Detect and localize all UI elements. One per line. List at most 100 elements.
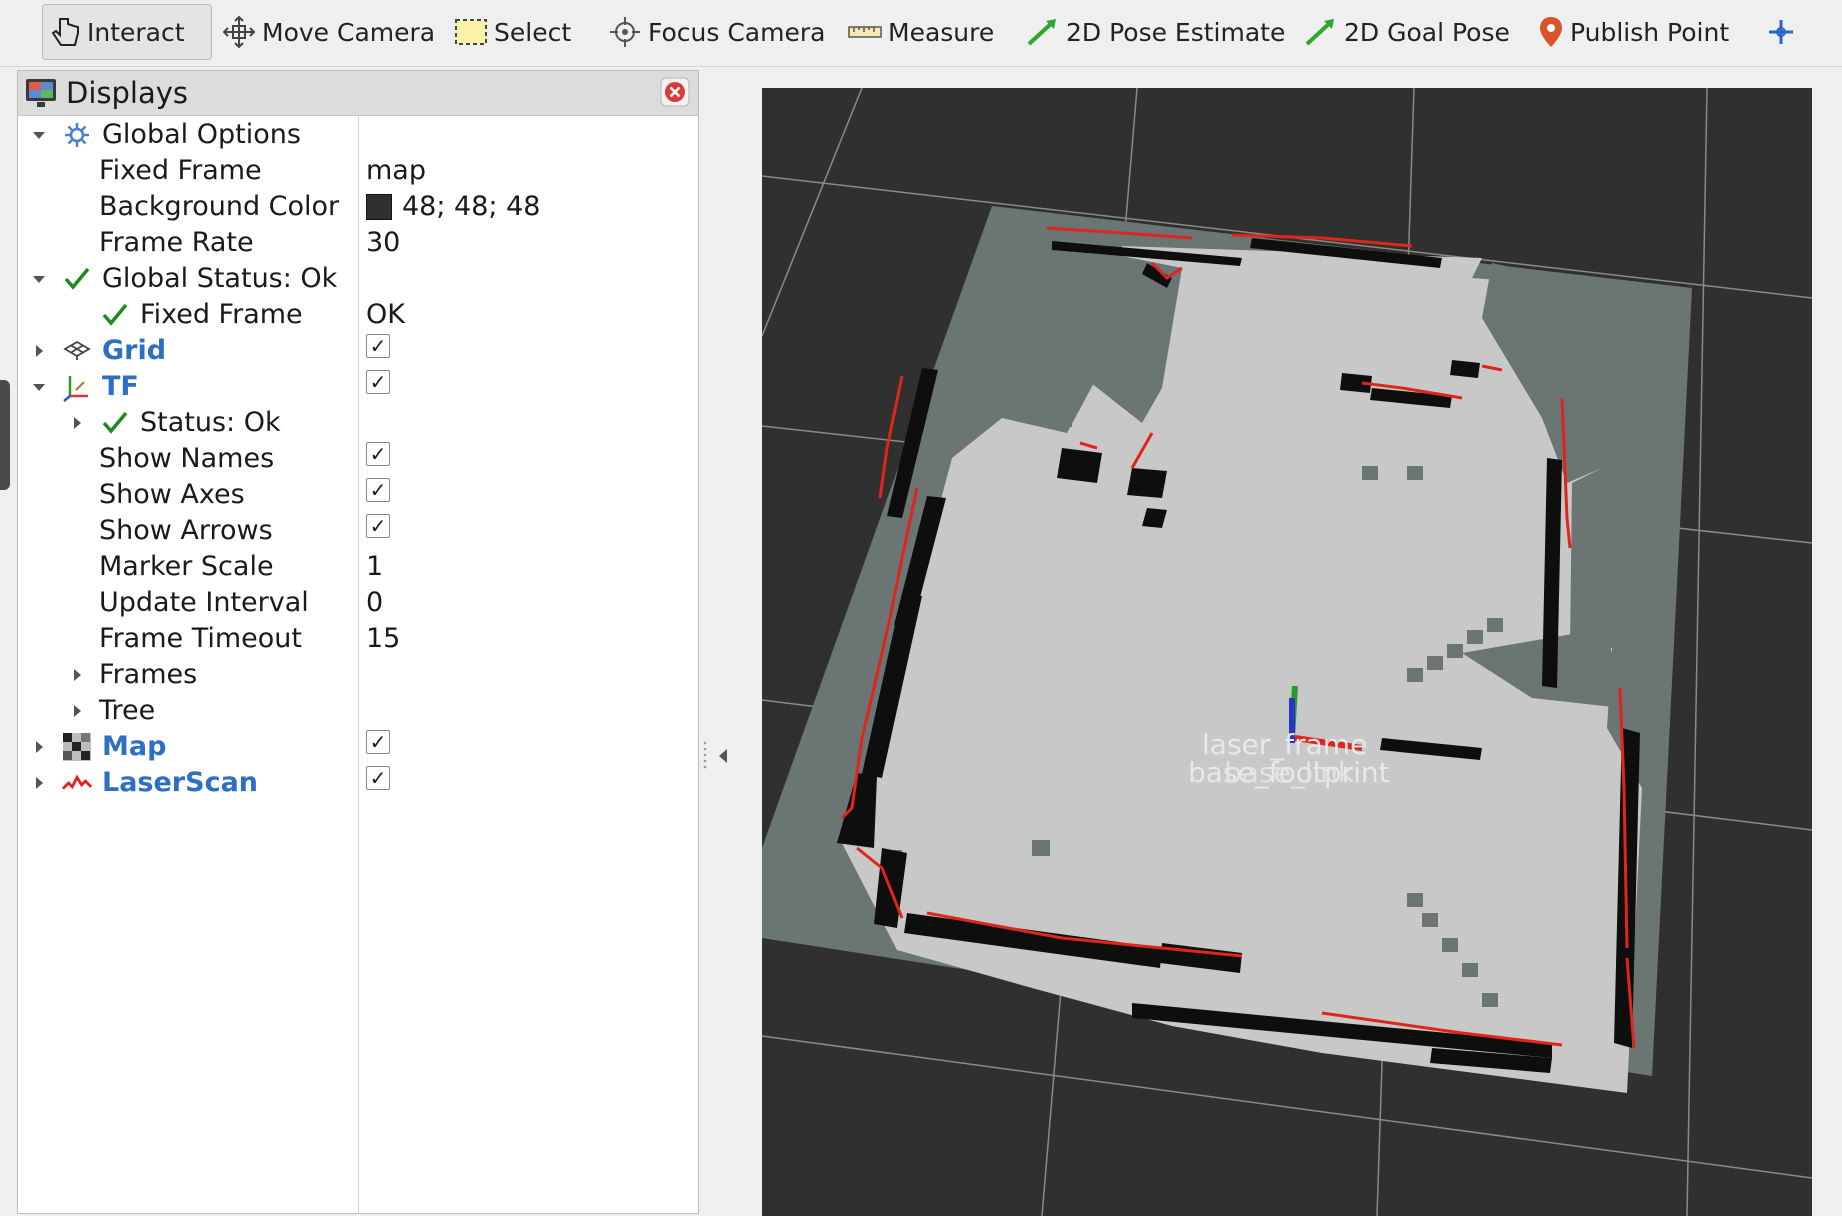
- status-fixed-frame-value: OK: [366, 298, 405, 332]
- tree-row-show-names[interactable]: Show Names ✓: [18, 440, 698, 478]
- tree-row-show-arrows[interactable]: Show Arrows ✓: [18, 512, 698, 550]
- 3d-viewport[interactable]: laser_frame base_footprint base_link: [762, 88, 1812, 1216]
- frame-timeout-value-text: 15: [366, 623, 401, 654]
- displays-panel-title: Displays: [66, 76, 189, 110]
- focus-camera-icon: [610, 17, 640, 47]
- tree-row-show-axes[interactable]: Show Axes ✓: [18, 476, 698, 514]
- tree-row-tf-status[interactable]: Status: Ok: [18, 404, 698, 442]
- show-arrows-label: Show Arrows: [99, 515, 273, 546]
- goal-pose-tool-button[interactable]: 2D Goal Pose: [1296, 4, 1518, 60]
- measure-label: Measure: [888, 17, 995, 47]
- tree-row-fixed-frame[interactable]: Fixed Frame map: [18, 152, 698, 190]
- tree-row-grid[interactable]: Grid ✓: [18, 332, 698, 370]
- chevron-right-icon[interactable]: [68, 700, 86, 722]
- move-camera-icon: [222, 15, 256, 49]
- map-grid-icon: [62, 731, 92, 763]
- tree-row-update-interval[interactable]: Update Interval 0: [18, 584, 698, 622]
- chevron-down-icon[interactable]: [30, 268, 48, 290]
- add-tool-button[interactable]: [1758, 4, 1804, 60]
- background-color-value-text: 48; 48; 48: [402, 191, 541, 222]
- show-arrows-value[interactable]: ✓: [366, 514, 390, 538]
- select-label: Select: [494, 17, 572, 47]
- tree-row-global-status[interactable]: Global Status: Ok: [18, 260, 698, 298]
- publish-point-tool-button[interactable]: Publish Point: [1530, 4, 1737, 60]
- color-swatch[interactable]: [366, 194, 392, 220]
- tf-enabled-checkbox[interactable]: ✓: [366, 370, 390, 394]
- chevron-right-icon[interactable]: [30, 772, 48, 794]
- monitor-icon: [26, 79, 56, 107]
- background-color-label: Background Color: [99, 191, 340, 222]
- tree-row-background-color[interactable]: Background Color 48; 48; 48: [18, 188, 698, 226]
- update-interval-value[interactable]: 0: [366, 586, 383, 620]
- select-tool-button[interactable]: Select: [446, 4, 579, 60]
- tree-row-tree[interactable]: Tree: [18, 692, 698, 730]
- ruler-icon: [848, 26, 882, 38]
- close-icon[interactable]: [660, 77, 690, 107]
- measure-tool-button[interactable]: Measure: [840, 4, 1002, 60]
- show-arrows-checkbox[interactable]: ✓: [366, 514, 390, 538]
- checkmark-icon: [100, 407, 130, 439]
- select-rect-icon: [455, 19, 487, 45]
- green-arrow-icon: [1305, 19, 1334, 46]
- show-axes-label: Show Axes: [99, 479, 245, 510]
- chevron-down-icon[interactable]: [30, 376, 48, 398]
- chevron-right-icon[interactable]: [68, 664, 86, 686]
- show-axes-checkbox[interactable]: ✓: [366, 478, 390, 502]
- viewport-scene[interactable]: [762, 88, 1812, 1216]
- show-axes-value[interactable]: ✓: [366, 478, 390, 502]
- map-enabled-checkbox[interactable]: ✓: [366, 730, 390, 754]
- tf-axes-icon: [62, 371, 92, 403]
- move-camera-label: Move Camera: [262, 17, 436, 47]
- marker-scale-value[interactable]: 1: [366, 550, 383, 584]
- laserscan-enabled[interactable]: ✓: [366, 766, 390, 790]
- interact-tool-label: Interact: [87, 17, 185, 47]
- tree-row-tf[interactable]: TF ✓: [18, 368, 698, 406]
- tree-row-frames[interactable]: Frames: [18, 656, 698, 694]
- tree-row-frame-timeout[interactable]: Frame Timeout 15: [18, 620, 698, 658]
- show-names-checkbox[interactable]: ✓: [366, 442, 390, 466]
- show-names-value[interactable]: ✓: [366, 442, 390, 466]
- green-arrow-icon: [1027, 19, 1056, 46]
- splitter-handle[interactable]: [703, 740, 707, 770]
- grid-enabled[interactable]: ✓: [366, 334, 390, 358]
- frame-rate-value[interactable]: 30: [366, 226, 400, 260]
- focus-camera-tool-button[interactable]: Focus Camera: [600, 4, 833, 60]
- chevron-right-icon[interactable]: [30, 736, 48, 758]
- tf-enabled[interactable]: ✓: [366, 370, 390, 394]
- frame-timeout-label: Frame Timeout: [99, 623, 303, 654]
- pose-estimate-tool-button[interactable]: 2D Pose Estimate: [1018, 4, 1293, 60]
- map-label: Map: [102, 731, 167, 762]
- tree-row-map[interactable]: Map ✓: [18, 728, 698, 766]
- tree-row-marker-scale[interactable]: Marker Scale 1: [18, 548, 698, 586]
- background-color-value[interactable]: 48; 48; 48: [366, 190, 540, 224]
- frame-timeout-value[interactable]: 15: [366, 622, 400, 656]
- laserscan-enabled-checkbox[interactable]: ✓: [366, 766, 390, 790]
- tf-label: TF: [102, 371, 139, 402]
- map-enabled[interactable]: ✓: [366, 730, 390, 754]
- fixed-frame-label: Fixed Frame: [99, 155, 262, 186]
- chevron-right-icon[interactable]: [30, 340, 48, 362]
- tree-row-status-fixed-frame[interactable]: Fixed Frame OK: [18, 296, 698, 334]
- interact-tool-button[interactable]: Interact: [42, 4, 212, 60]
- update-interval-label: Update Interval: [99, 587, 309, 618]
- gear-icon: [62, 119, 92, 151]
- update-interval-value-text: 0: [366, 587, 384, 618]
- fixed-frame-value[interactable]: map: [366, 154, 426, 188]
- grid-enabled-checkbox[interactable]: ✓: [366, 334, 390, 358]
- hand-pointer-icon: [51, 18, 79, 46]
- collapse-arrow-icon[interactable]: [716, 745, 730, 767]
- publish-point-label: Publish Point: [1570, 17, 1730, 47]
- chevron-right-icon[interactable]: [68, 412, 86, 434]
- tree-row-laserscan[interactable]: LaserScan ✓: [18, 764, 698, 802]
- displays-panel-header: Displays: [18, 71, 698, 116]
- tree-row-frame-rate[interactable]: Frame Rate 30: [18, 224, 698, 262]
- goal-pose-label: 2D Goal Pose: [1344, 17, 1510, 47]
- displays-panel: Displays Global Options Fixed Frame map …: [17, 70, 699, 1214]
- window-edge-handle[interactable]: [0, 380, 10, 490]
- tree-row-global-options[interactable]: Global Options: [18, 116, 698, 154]
- global-status-label: Global Status: Ok: [102, 263, 338, 294]
- frames-label: Frames: [99, 659, 198, 690]
- move-camera-tool-button[interactable]: Move Camera: [214, 4, 443, 60]
- status-fixed-frame-value-text: OK: [366, 299, 405, 330]
- chevron-down-icon[interactable]: [30, 124, 48, 146]
